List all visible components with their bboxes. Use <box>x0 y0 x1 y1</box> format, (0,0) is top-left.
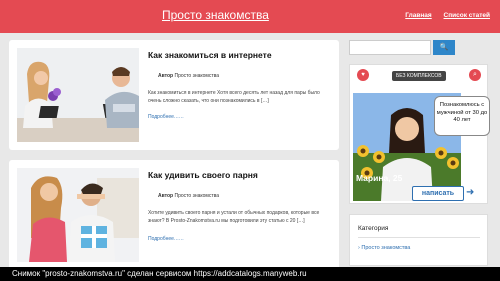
post-author: Автор Просто знакомства <box>158 73 219 79</box>
category-title: Категория <box>358 225 389 232</box>
author-name[interactable]: Просто знакомства <box>175 73 220 79</box>
couple-laptops-illustration <box>17 48 139 142</box>
search-button[interactable]: 🔍 <box>433 40 455 55</box>
author-label: Автор <box>158 73 174 79</box>
site-title-link[interactable]: Просто знакомства <box>162 8 269 22</box>
search-icon: 🔍 <box>439 44 449 51</box>
nav-articles-link[interactable]: Список статей <box>444 12 490 19</box>
post-excerpt: Хотите удивить своего парня и устали от … <box>148 210 320 224</box>
search-input[interactable] <box>349 40 431 55</box>
main-nav: Главная Список статей <box>395 12 490 19</box>
magnifier-icon: ⌕ <box>469 69 481 81</box>
post-thumbnail-image[interactable] <box>17 168 139 262</box>
post-thumbnail-image[interactable] <box>17 48 139 142</box>
post-excerpt: Как знакомиться в интернете Хотя всего д… <box>148 90 320 104</box>
author-label: Автор <box>158 193 174 199</box>
post-card: Как знакомиться в интернете Автор Просто… <box>9 40 339 150</box>
author-name[interactable]: Просто знакомства <box>175 193 220 199</box>
write-button[interactable]: написать <box>412 186 464 201</box>
category-item[interactable]: › Просто знакомства <box>358 245 410 251</box>
post-author: Автор Просто знакомства <box>158 193 219 199</box>
post-title[interactable]: Как удивить своего парня <box>148 170 258 180</box>
ad-speech-bubble: Познакомлюсь с мужчиной от 30 до 40 лет <box>434 96 490 136</box>
nav-home-link[interactable]: Главная <box>405 12 431 19</box>
post-title[interactable]: Как знакомиться в интернете <box>148 50 272 60</box>
read-more-link[interactable]: Подробнее…… <box>148 114 184 120</box>
read-more-link[interactable]: Подробнее…… <box>148 236 184 242</box>
heart-icon: ♥ <box>357 69 369 81</box>
ad-profile-name: Марина, 25 <box>356 173 403 183</box>
arrow-right-icon: ➜ <box>466 187 475 198</box>
category-widget: Категория › Просто знакомства <box>349 214 488 266</box>
post-card: Как удивить своего парня Автор Просто зн… <box>9 160 339 270</box>
screenshot-caption: Снимок "prosto-znakomstva.ru" сделан сер… <box>0 267 500 281</box>
ad-logo: БЕЗ КОМПЛЕКСОВ <box>392 71 446 81</box>
divider <box>358 237 480 238</box>
category-item-label[interactable]: Просто знакомства <box>361 245 410 251</box>
surprise-gift-illustration <box>17 168 139 262</box>
site-header: Просто знакомства Главная Список статей <box>0 0 500 33</box>
ad-top-bar: ♥ БЕЗ КОМПЛЕКСОВ ⌕ <box>350 65 487 87</box>
